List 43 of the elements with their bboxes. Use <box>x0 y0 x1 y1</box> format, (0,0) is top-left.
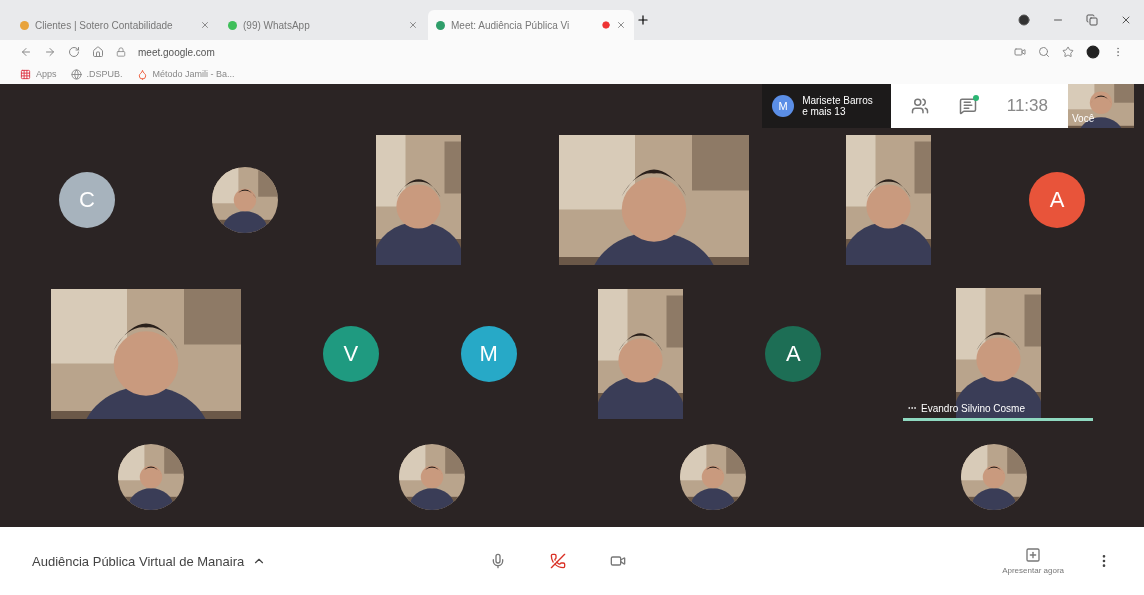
new-tab-icon[interactable] <box>636 13 650 27</box>
star-icon[interactable] <box>1062 46 1074 58</box>
restore-icon[interactable] <box>1086 14 1098 26</box>
participant-avatar: C <box>58 172 115 229</box>
close-icon[interactable] <box>200 20 210 30</box>
participant-avatar: V <box>322 326 379 383</box>
forward-icon[interactable] <box>44 46 56 58</box>
search-icon[interactable] <box>1038 46 1050 58</box>
globe-icon <box>70 68 82 80</box>
profile-icon[interactable] <box>1086 45 1100 59</box>
bookmark-link[interactable]: Apps <box>36 69 57 79</box>
presenter-avatar: M <box>772 95 795 117</box>
lock-icon <box>116 47 126 57</box>
bookmark-link[interactable]: .DSPUB. <box>86 69 123 79</box>
camera-icon[interactable] <box>1014 46 1026 58</box>
chat-icon[interactable] <box>958 97 977 115</box>
close-icon[interactable] <box>408 20 418 30</box>
clock-time: 11:38 <box>1006 96 1048 116</box>
participant-avatar: A <box>765 326 822 383</box>
present-icon <box>1025 547 1042 563</box>
presenter-name: Marisete Barros <box>802 95 873 106</box>
browser-tab[interactable]: (99) WhatsApp <box>220 10 426 40</box>
back-icon[interactable] <box>20 46 32 58</box>
drop-icon <box>136 68 148 80</box>
participant-avatar: A <box>1029 172 1086 229</box>
home-icon[interactable] <box>92 46 104 58</box>
participant-name: Evandro Silvino Cosme <box>921 403 1025 414</box>
self-label: Você <box>1072 113 1095 124</box>
apps-icon <box>20 68 31 80</box>
bookmark-link[interactable]: Método Jamili - Ba... <box>152 69 235 79</box>
participant-avatar: M <box>460 326 517 383</box>
profile-icon[interactable] <box>1018 14 1030 26</box>
close-icon[interactable] <box>1120 14 1132 26</box>
browser-tab[interactable]: Clientes | Sotero Contabilidade <box>12 10 218 40</box>
browser-tab[interactable]: Meet: Audiência Pública Vi <box>428 10 634 40</box>
people-icon[interactable] <box>910 97 929 115</box>
reload-icon[interactable] <box>68 46 80 58</box>
presenter-count: e mais 13 <box>802 106 847 117</box>
close-icon[interactable] <box>616 20 626 30</box>
address-field[interactable]: meet.google.com <box>138 46 215 58</box>
recording-icon <box>602 21 610 29</box>
present-button[interactable]: Apresentar agora <box>1000 545 1066 577</box>
meeting-title: Audiência Pública Virtual de Manaira <box>32 553 245 569</box>
